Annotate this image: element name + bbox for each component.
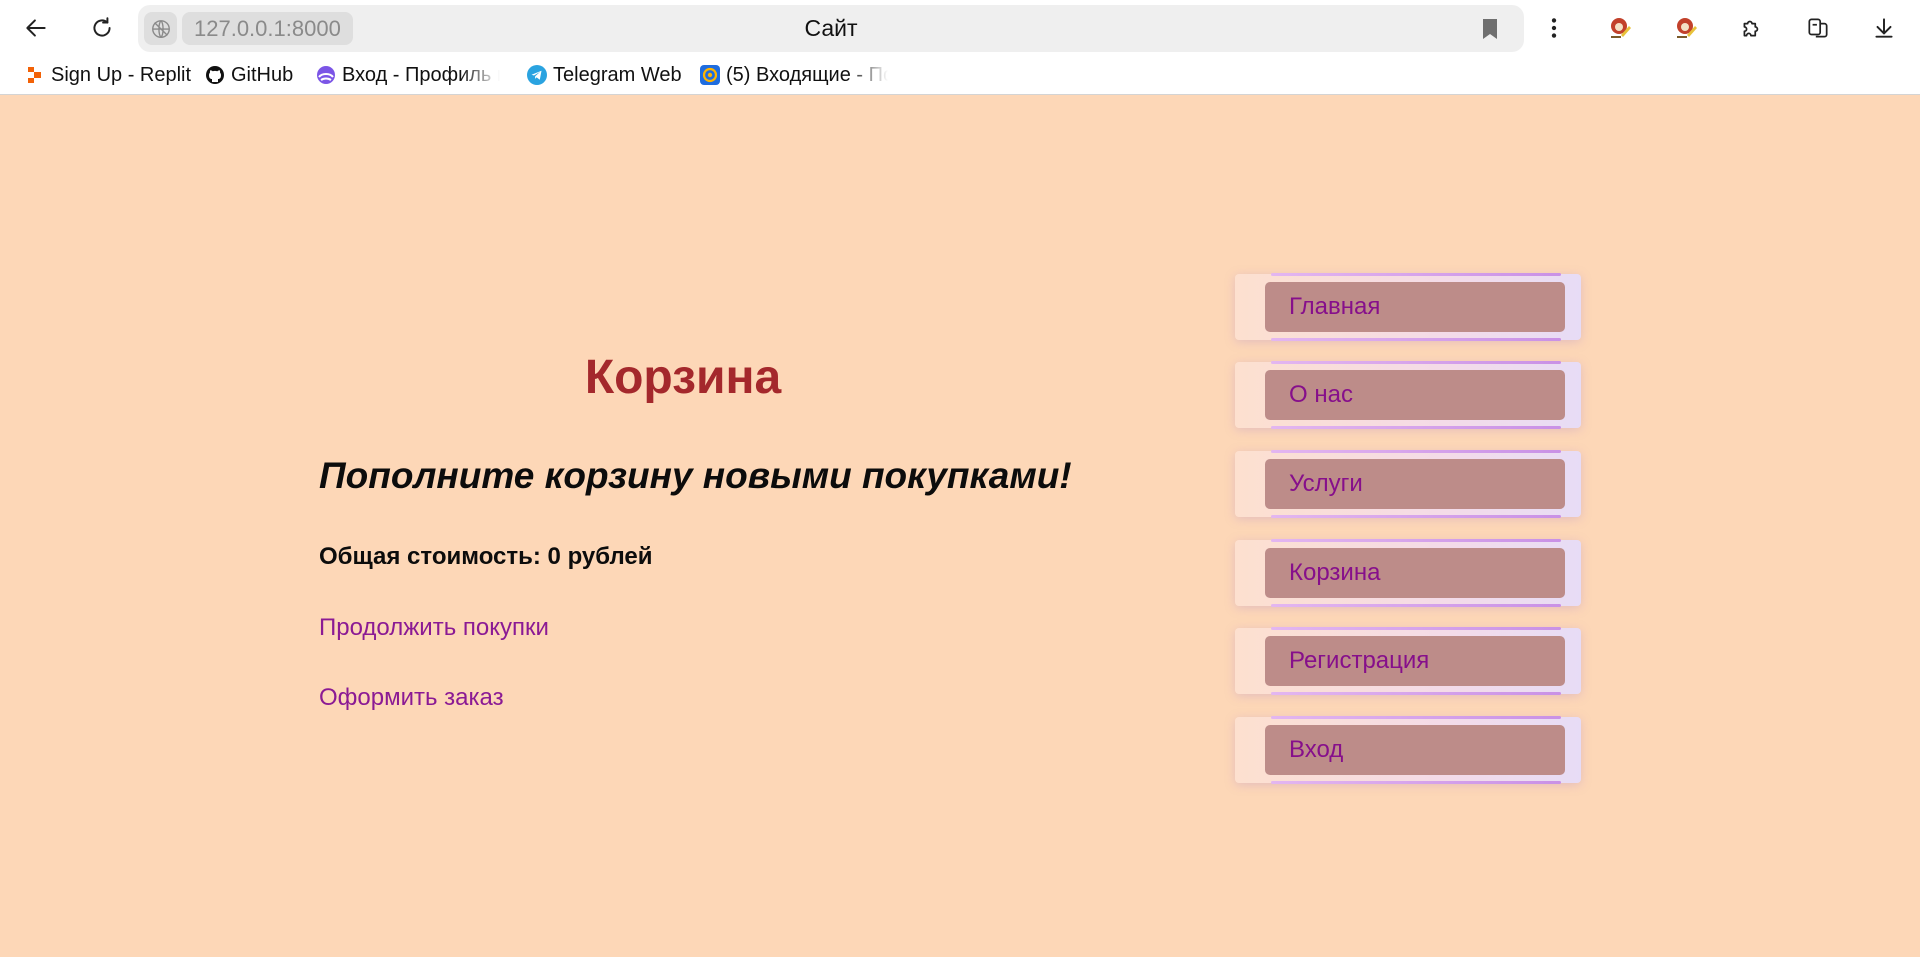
nav-item-login: Вход bbox=[1235, 716, 1581, 784]
address-bar[interactable]: 127.0.0.1:8000 Сайт bbox=[138, 5, 1524, 52]
nav-button-login[interactable]: Вход bbox=[1265, 725, 1565, 775]
nav-item-home: Главная bbox=[1235, 273, 1581, 341]
browser-toolbar: 127.0.0.1:8000 Сайт bbox=[0, 0, 1920, 56]
extension-avatar-icon[interactable] bbox=[1600, 8, 1640, 48]
replit-icon bbox=[28, 67, 41, 83]
nav-item-register: Регистрация bbox=[1235, 627, 1581, 695]
bookmark-replit[interactable]: Sign Up - Replit bbox=[25, 61, 191, 89]
nav-button-services[interactable]: Услуги bbox=[1265, 459, 1565, 509]
bookmark-label: Вход - Профиль п bbox=[342, 63, 500, 86]
globe-icon[interactable] bbox=[144, 12, 177, 45]
profile-icon bbox=[317, 66, 335, 84]
nav-button-cart[interactable]: Корзина bbox=[1265, 548, 1565, 598]
bookmark-mail[interactable]: (5) Входящие - По bbox=[700, 61, 888, 89]
bookmark-label: GitHub bbox=[231, 63, 294, 86]
url-text[interactable]: 127.0.0.1:8000 bbox=[182, 12, 353, 45]
collections-icon[interactable] bbox=[1798, 8, 1838, 48]
page-content: Корзина Пополните корзину новыми покупка… bbox=[0, 96, 1920, 957]
checkout-link[interactable]: Оформить заказ bbox=[319, 684, 504, 712]
telegram-icon bbox=[527, 65, 547, 85]
mail-icon bbox=[700, 65, 720, 85]
page-title: Корзина bbox=[584, 351, 782, 404]
github-icon bbox=[206, 66, 224, 84]
bookmark-label: Sign Up - Replit bbox=[51, 63, 192, 86]
bookmark-profile[interactable]: Вход - Профиль п bbox=[316, 61, 500, 89]
bookmark-label: (5) Входящие - По bbox=[726, 63, 888, 86]
extension-avatar-icon[interactable] bbox=[1666, 8, 1706, 48]
nav-item-about: О нас bbox=[1235, 361, 1581, 429]
puzzle-icon[interactable] bbox=[1732, 8, 1772, 48]
bookmark-github[interactable]: GitHub bbox=[205, 61, 293, 89]
back-arrow-icon[interactable] bbox=[16, 8, 56, 48]
nav-item-cart: Корзина bbox=[1235, 539, 1581, 607]
nav-button-register[interactable]: Регистрация bbox=[1265, 636, 1565, 686]
cart-total: Общая стоимость: 0 рублей bbox=[319, 543, 653, 570]
continue-shopping-link[interactable]: Продолжить покупки bbox=[319, 614, 549, 642]
nav-button-home[interactable]: Главная bbox=[1265, 282, 1565, 332]
download-icon[interactable] bbox=[1864, 8, 1904, 48]
cart-subtitle: Пополните корзину новыми покупками! bbox=[319, 455, 1072, 496]
bookmark-icon[interactable] bbox=[1480, 17, 1500, 41]
bookmarks-bar: Sign Up - Replit GitHub Вход - Профиль п… bbox=[0, 56, 1920, 95]
bookmark-label: Telegram Web bbox=[553, 63, 682, 86]
nav-item-services: Услуги bbox=[1235, 450, 1581, 518]
nav-button-about[interactable]: О нас bbox=[1265, 370, 1565, 420]
more-vert-icon[interactable] bbox=[1534, 8, 1574, 48]
reload-icon[interactable] bbox=[82, 8, 122, 48]
bookmark-telegram[interactable]: Telegram Web bbox=[527, 61, 682, 89]
